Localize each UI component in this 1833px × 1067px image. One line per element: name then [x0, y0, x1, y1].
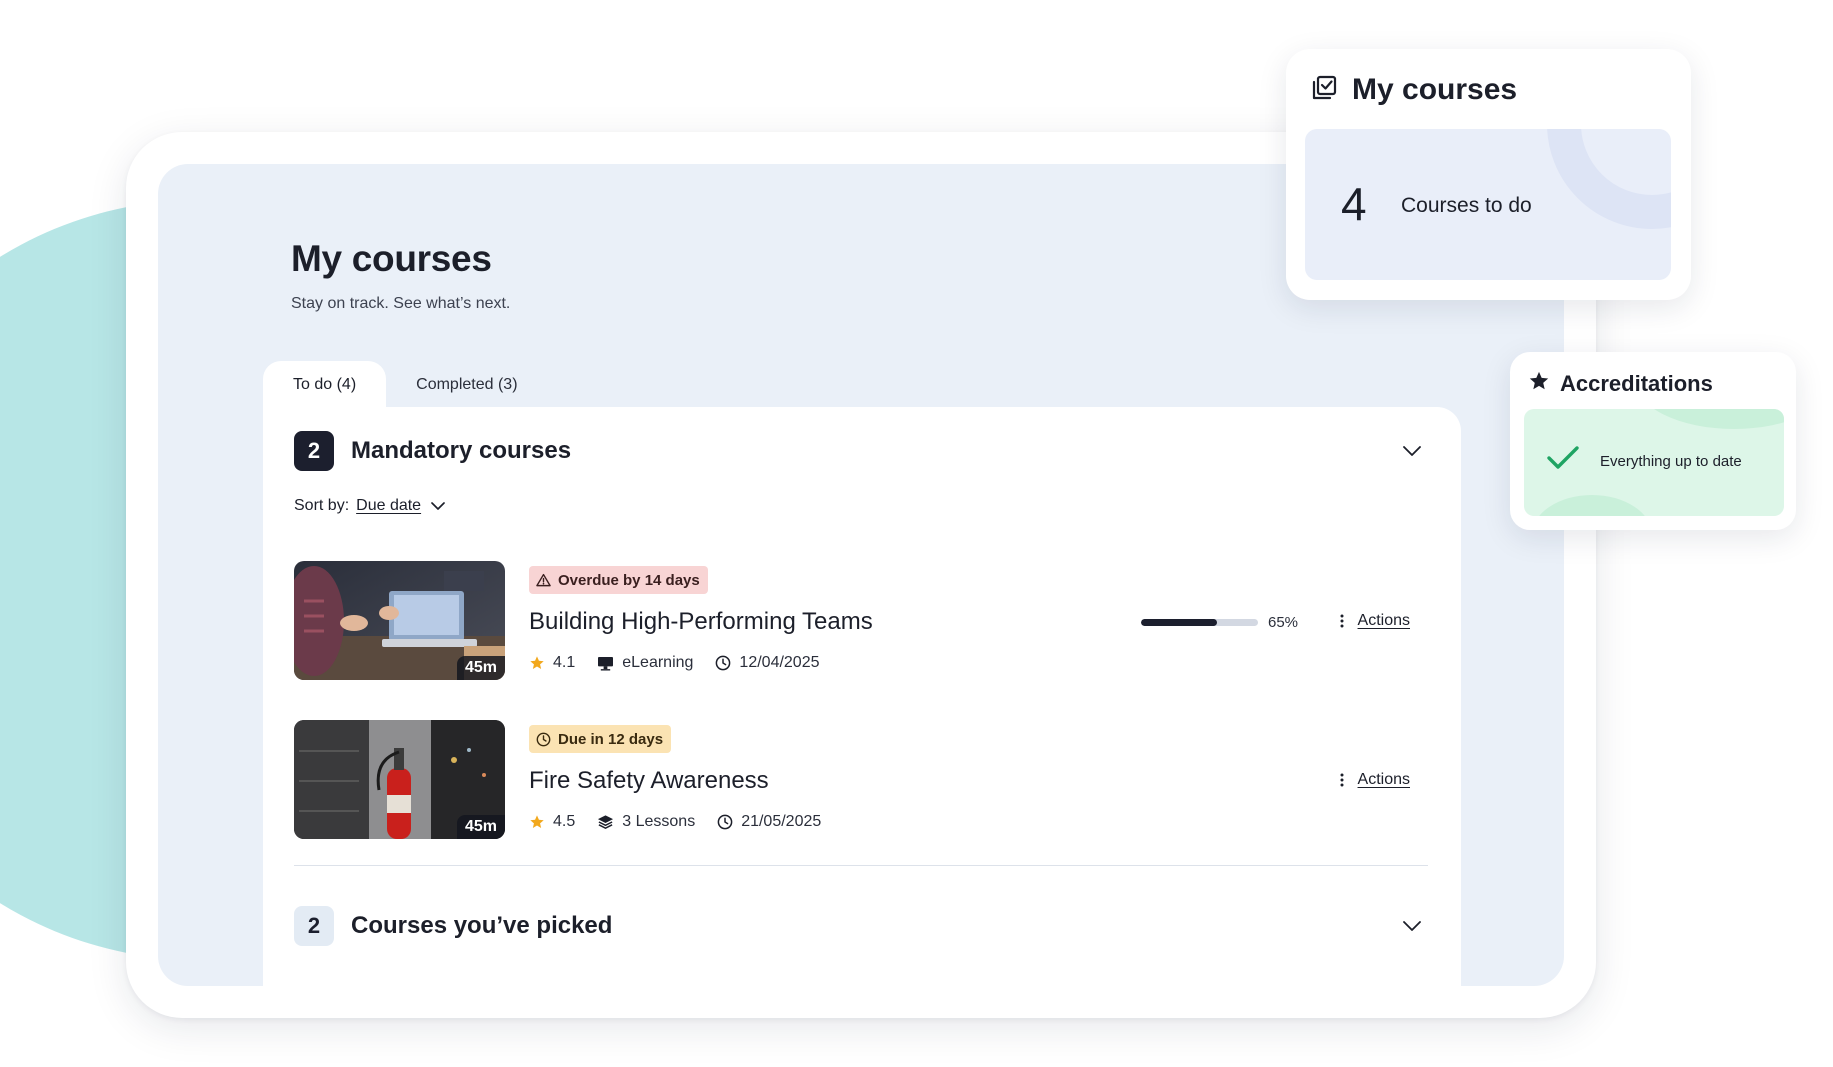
progress-track: [1141, 619, 1258, 626]
course-rating: 4.1: [529, 654, 575, 672]
page-title: My courses: [291, 238, 492, 279]
course-due-date: 12/04/2025: [715, 654, 820, 672]
course-rating: 4.5: [529, 813, 575, 831]
checklist-icon: [1310, 74, 1338, 107]
clock-icon: [716, 655, 731, 671]
chevron-down-icon[interactable]: [1400, 914, 1424, 938]
picked-section-header[interactable]: 2 Courses you’ve picked: [294, 906, 1424, 946]
status-badge-due: Due in 12 days: [529, 725, 672, 753]
accreditations-status: Everything up to date: [1600, 453, 1742, 470]
course-actions-button[interactable]: Actions: [1340, 771, 1410, 789]
course-title[interactable]: Fire Safety Awareness: [529, 767, 769, 795]
course-duration: 45m: [456, 656, 505, 680]
mandatory-section-header[interactable]: 2 Mandatory courses: [294, 431, 1424, 471]
tab-completed[interactable]: Completed (3): [386, 361, 547, 409]
courses-to-do-label: Courses to do: [1401, 194, 1532, 217]
progress-percent: 65%: [1268, 614, 1299, 631]
actions-label[interactable]: Actions: [1358, 771, 1410, 789]
summary-card-body: 4 Courses to do: [1305, 129, 1671, 280]
chevron-down-icon[interactable]: [1400, 439, 1424, 463]
courses-panel: 2 Mandatory courses Sort by: Due date 45…: [263, 407, 1461, 986]
course-format: 3 Lessons: [597, 813, 695, 831]
courses-to-do-count: 4: [1341, 178, 1367, 230]
page-subtitle: Stay on track. See what’s next.: [291, 295, 511, 312]
mandatory-count-badge: 2: [294, 431, 334, 471]
stage: My courses Stay on track. See what’s nex…: [0, 0, 1833, 1067]
monitor-icon: [598, 656, 614, 671]
course-rating-value: 4.1: [553, 654, 576, 671]
accreditations-header: Accreditations: [1528, 370, 1713, 397]
course-rating-value: 4.5: [553, 813, 576, 830]
course-actions-button[interactable]: Actions: [1340, 612, 1410, 630]
my-courses-summary-card[interactable]: My courses 4 Courses to do: [1286, 49, 1691, 300]
kebab-icon[interactable]: [1340, 773, 1344, 787]
warning-triangle-icon: [536, 573, 551, 587]
course-format-label: 3 Lessons: [622, 813, 696, 830]
mandatory-section-title: Mandatory courses: [351, 437, 572, 464]
checkmark-icon: [1546, 445, 1580, 471]
star-icon: [530, 815, 544, 828]
course-meta: 4.5 3 Lessons 21/05/2025: [529, 813, 843, 831]
course-format: eLearning: [597, 654, 693, 672]
star-icon: [530, 656, 544, 669]
progress-fill: [1141, 619, 1218, 626]
accreditations-title: Accreditations: [1560, 370, 1713, 396]
status-badge-overdue: Overdue by 14 days: [529, 566, 708, 594]
course-date-value: 12/04/2025: [739, 654, 820, 671]
decorative-blob: [1532, 495, 1652, 516]
course-due-date: 21/05/2025: [717, 813, 821, 831]
decorative-blob: [1634, 409, 1784, 429]
clock-icon: [536, 732, 551, 747]
actions-label[interactable]: Actions: [1358, 612, 1410, 630]
chevron-down-icon[interactable]: [431, 502, 445, 510]
course-title[interactable]: Building High-Performing Teams: [529, 608, 873, 636]
course-thumbnail[interactable]: 45m: [294, 720, 505, 839]
section-divider: [294, 865, 1428, 866]
star-icon: [1528, 370, 1550, 397]
course-thumbnail[interactable]: 45m: [294, 561, 505, 680]
summary-card-title: My courses: [1352, 73, 1518, 106]
decorative-ring: [1547, 129, 1671, 229]
clock-icon: [717, 814, 733, 830]
picked-count-badge: 2: [294, 906, 334, 946]
summary-card-header: My courses: [1310, 73, 1517, 107]
kebab-icon[interactable]: [1340, 614, 1344, 628]
tab-to-do[interactable]: To do (4): [263, 361, 387, 409]
layers-icon: [598, 815, 614, 829]
course-date-value: 21/05/2025: [741, 813, 822, 830]
tab-bar: To do (4) Completed (3): [263, 361, 548, 409]
course-duration: 45m: [456, 815, 505, 839]
course-meta: 4.1 eLearning 12/04/2025: [529, 654, 842, 672]
picked-section-title: Courses you’ve picked: [351, 912, 613, 939]
sort-label: Sort by:: [294, 497, 350, 514]
status-badge-label: Due in 12 days: [558, 730, 664, 748]
sort-value-dropdown[interactable]: Due date: [356, 497, 421, 515]
sort-control: Sort by: Due date: [294, 497, 445, 515]
course-format-label: eLearning: [622, 654, 694, 671]
accreditations-card[interactable]: Accreditations Everything up to date: [1510, 352, 1796, 530]
accreditations-status-panel: Everything up to date: [1524, 409, 1784, 516]
course-row: 45m Overdue by 14 days Building High-Per…: [294, 561, 1424, 680]
course-row: 45m Due in 12 days Fire Safety Awareness…: [294, 720, 1424, 839]
status-badge-label: Overdue by 14 days: [558, 571, 700, 589]
course-progress: 65%: [1141, 614, 1298, 631]
